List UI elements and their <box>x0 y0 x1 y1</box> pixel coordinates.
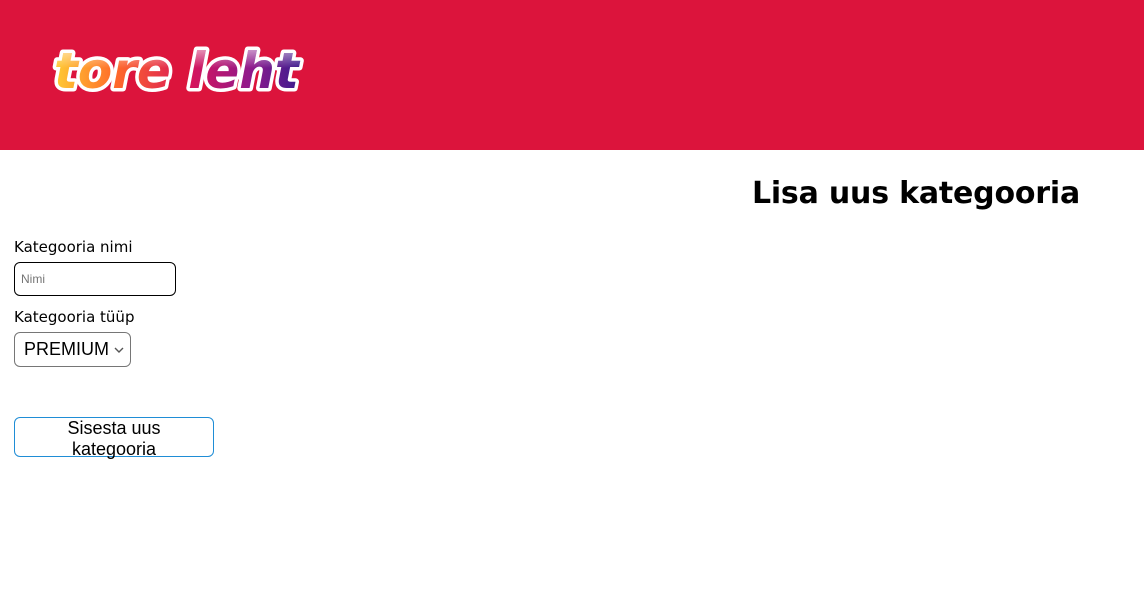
chevron-down-icon <box>114 347 124 353</box>
site-logo: tore leht tore leht tore leht <box>51 39 305 103</box>
category-name-label: Kategooria nimi <box>14 238 133 256</box>
category-type-label: Kategooria tüüp <box>14 308 135 326</box>
page-title: Lisa uus kategooria <box>751 176 1080 211</box>
category-name-input[interactable] <box>14 262 176 296</box>
submit-category-button[interactable]: Sisesta uus kategooria <box>14 417 214 459</box>
category-type-select[interactable]: PREMIUM <box>14 332 131 367</box>
logo-text-shine: tore leht <box>54 42 301 100</box>
category-type-selected-value: PREMIUM <box>24 339 109 359</box>
site-header: tore leht tore leht tore leht <box>0 0 1144 150</box>
